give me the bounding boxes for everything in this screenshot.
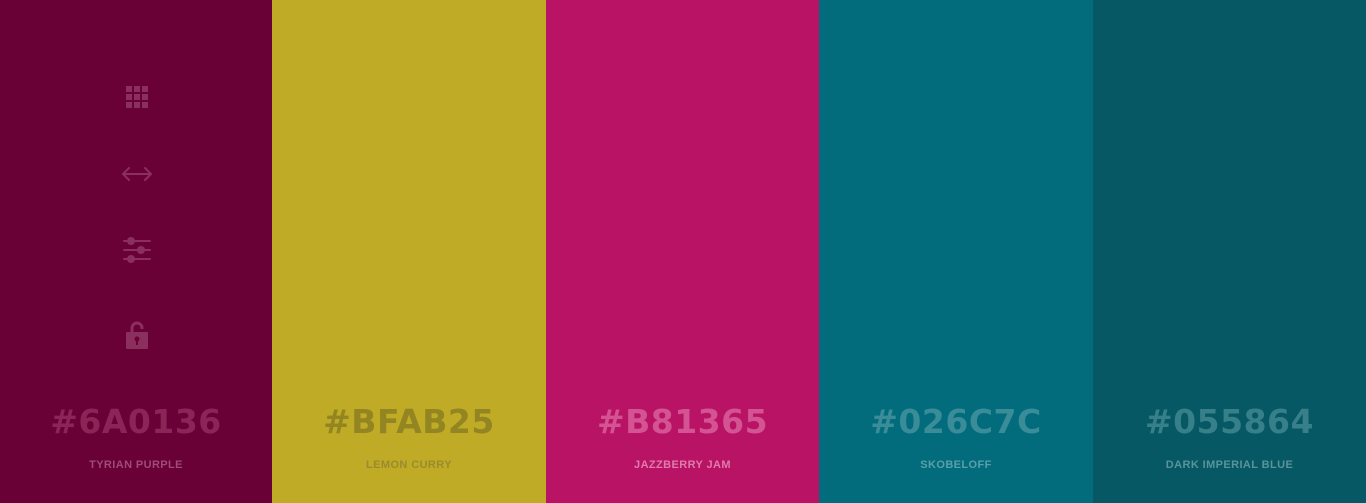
swatch-lemon-curry[interactable]: #BFAB25 LEMON CURRY [272, 0, 546, 503]
swatch-color-name[interactable]: TYRIAN PURPLE [0, 457, 272, 473]
grid-icon[interactable] [120, 80, 154, 114]
swatch-jazzberry-jam[interactable]: #B81365 JAZZBERRY JAM [546, 0, 819, 503]
swatch-color-name[interactable]: SKOBELOFF [819, 457, 1093, 473]
swatch-hex-code[interactable]: #B81365 [546, 400, 819, 444]
swap-arrows-icon[interactable] [120, 157, 154, 191]
swatch-hex-code[interactable]: #6A0136 [0, 400, 272, 444]
adjust-sliders-icon[interactable] [120, 233, 154, 267]
swatch-color-name[interactable]: JAZZBERRY JAM [546, 457, 819, 473]
swatch-skobeloff[interactable]: #026C7C SKOBELOFF [819, 0, 1093, 503]
swatch-tyrian-purple[interactable]: #6A0136 TYRIAN PURPLE [0, 0, 272, 503]
swatch-toolbar [0, 0, 272, 380]
swatch-color-name[interactable]: LEMON CURRY [272, 457, 546, 473]
swatch-hex-code[interactable]: #026C7C [819, 400, 1093, 444]
swatch-hex-code[interactable]: #BFAB25 [272, 400, 546, 444]
swatch-hex-code[interactable]: #055864 [1093, 400, 1366, 444]
swatch-dark-imperial-blue[interactable]: #055864 DARK IMPERIAL BLUE [1093, 0, 1366, 503]
swatch-color-name[interactable]: DARK IMPERIAL BLUE [1093, 457, 1366, 473]
lock-icon[interactable] [120, 318, 154, 352]
color-palette: #6A0136 TYRIAN PURPLE #BFAB25 LEMON CURR… [0, 0, 1366, 503]
